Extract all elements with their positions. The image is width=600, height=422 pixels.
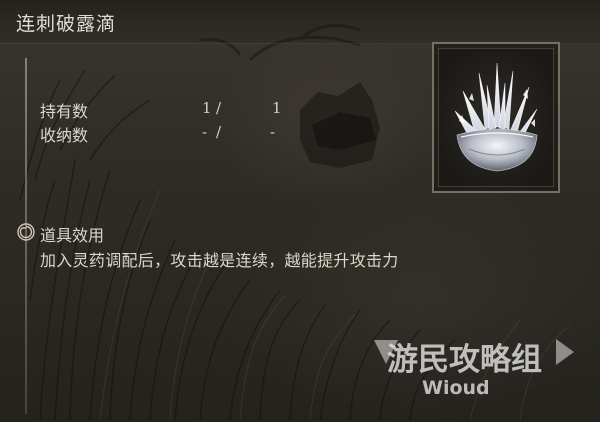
item-icon-background (438, 48, 554, 187)
effect-description: 加入灵药调配后，攻击越是连续，越能提升攻击力 (40, 251, 399, 270)
stat-current: - (202, 123, 208, 141)
item-icon-frame (432, 42, 560, 193)
effect-heading: 道具效用 (40, 226, 105, 245)
stat-label: 持有数 (40, 102, 89, 121)
stat-current: 1 (202, 99, 212, 117)
watermark-sub-text: Wioud (422, 377, 490, 399)
item-detail-screen: 连刺破露滴 持有数 1 / 1 收纳数 - / - 道具效用 加入灵药调配后，攻… (0, 0, 600, 422)
stat-label: 收纳数 (40, 126, 89, 145)
stat-max: 1 (272, 99, 282, 117)
crystal-tear-icon (454, 62, 538, 172)
item-title: 连刺破露滴 (16, 13, 117, 35)
watermark-logo-arrow (556, 339, 574, 365)
stat-separator: / (216, 99, 222, 117)
circle-swirl-icon (17, 223, 35, 241)
stat-separator: / (216, 123, 222, 141)
stat-max: - (270, 123, 276, 141)
watermark-logo-text: 游民攻略组 (387, 342, 542, 378)
